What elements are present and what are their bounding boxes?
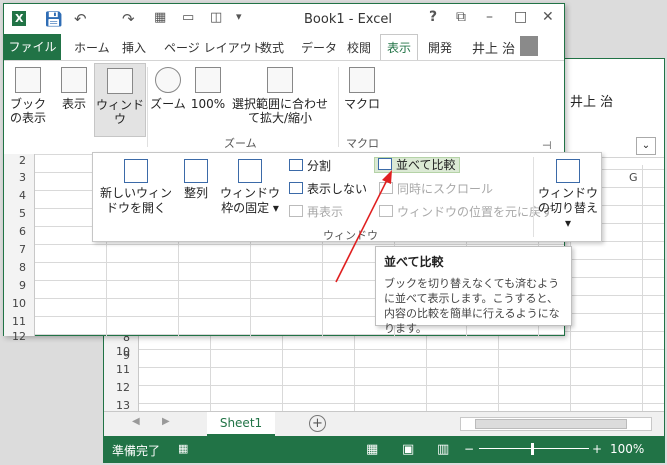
annotation-arrow <box>335 170 392 283</box>
arrow-head <box>382 170 392 184</box>
arrow-line <box>335 177 389 283</box>
